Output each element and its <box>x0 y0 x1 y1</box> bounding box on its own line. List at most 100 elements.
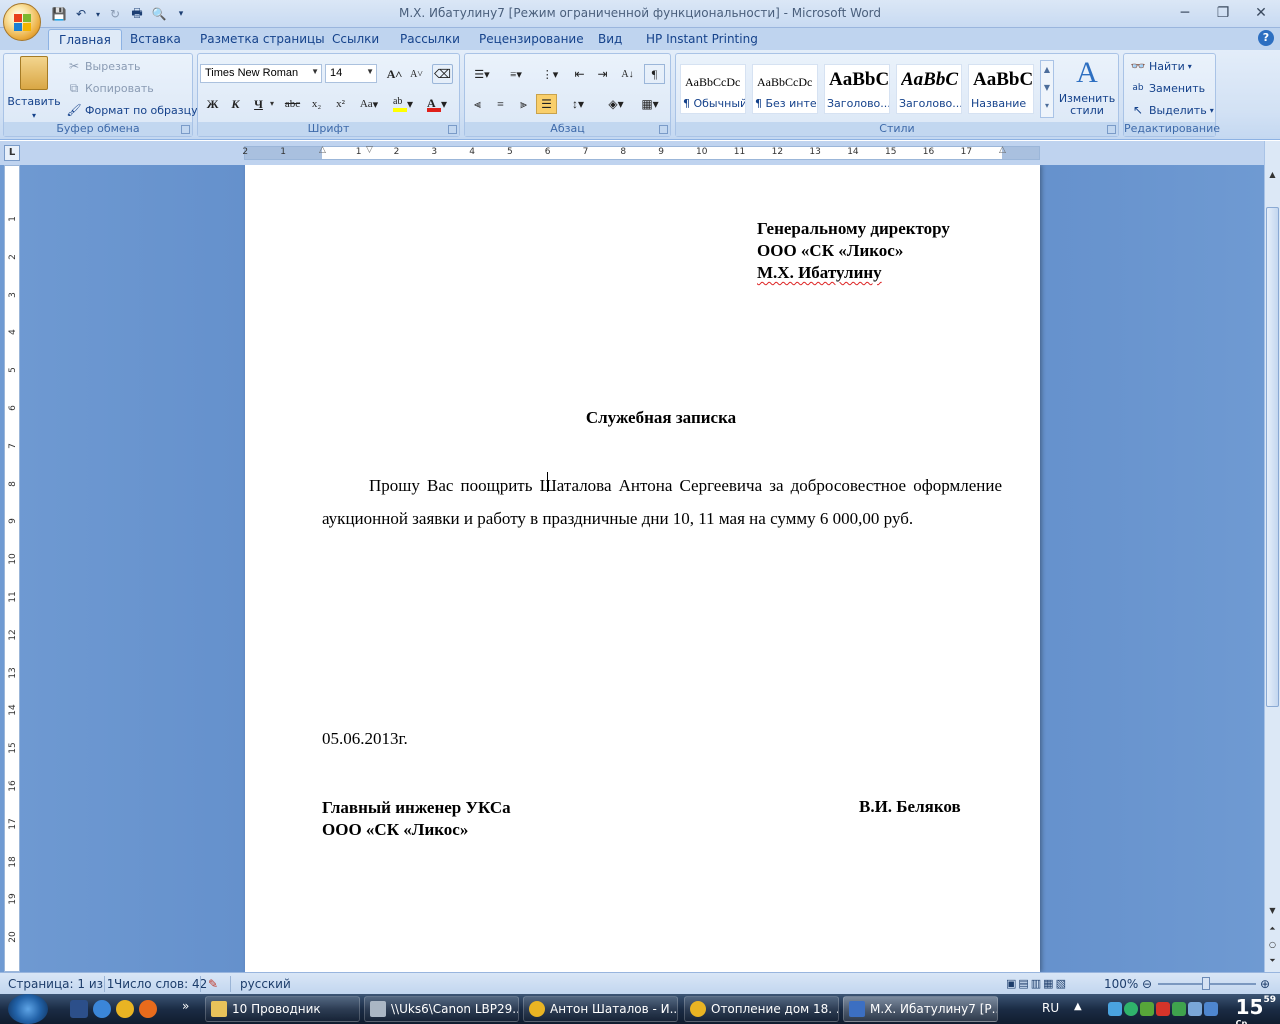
tab-hp-instant-printing[interactable]: HP Instant Printing <box>636 29 768 50</box>
view-buttons[interactable]: ▣▤▥▦▧ <box>1006 977 1068 990</box>
tab-references[interactable]: Ссылки <box>322 29 389 50</box>
page-count[interactable]: Страница: 1 из 1 <box>8 977 114 991</box>
clear-formatting-icon[interactable]: ⌫ <box>432 64 453 84</box>
line-spacing-icon[interactable]: ↕▾ <box>563 94 593 114</box>
zoom-out-icon[interactable]: ⊖ <box>1142 977 1152 991</box>
office-button[interactable] <box>3 3 41 41</box>
input-language[interactable]: RU <box>1042 1001 1059 1015</box>
chevron-down-icon[interactable]: ▾ <box>270 99 274 108</box>
align-right-icon[interactable]: ⫸ <box>513 94 534 114</box>
tray-expand-icon[interactable]: ▲ <box>1074 1001 1082 1012</box>
taskbar-item-word[interactable]: М.Х. Ибатулину7 [Р... <box>843 996 998 1022</box>
grow-font-button[interactable]: A ˄ <box>384 64 405 84</box>
align-left-icon[interactable]: ⫷ <box>467 94 488 114</box>
zoom-level[interactable]: 100% <box>1104 977 1138 991</box>
chrome-icon[interactable] <box>116 1000 134 1018</box>
scroll-down-icon[interactable]: ▼ <box>1265 903 1280 918</box>
shrink-font-button[interactable]: A ˅ <box>406 64 427 84</box>
superscript-button[interactable]: x² <box>330 94 351 114</box>
zoom-in-icon[interactable]: ⊕ <box>1260 977 1270 991</box>
justify-icon[interactable]: ☰ <box>536 94 557 114</box>
find-button[interactable]: 👓 Найти ▾ <box>1130 58 1192 74</box>
paragraph-dialog-launcher[interactable] <box>659 125 668 134</box>
firefox-icon[interactable] <box>139 1000 157 1018</box>
align-center-icon[interactable]: ≡ <box>490 94 511 114</box>
copy-button[interactable]: ⧉ Копировать <box>66 80 154 96</box>
bullets-icon[interactable]: ☰▾ <box>467 64 497 84</box>
scrollbar-thumb[interactable] <box>1266 207 1279 707</box>
left-indent-marker[interactable]: △ <box>319 145 326 155</box>
clock[interactable]: 1559 Ср <box>1236 995 1276 1024</box>
style-title[interactable]: AaBbC Название <box>968 64 1034 114</box>
increase-indent-icon[interactable]: ⇥ <box>592 64 613 84</box>
minimize-button[interactable]: ─ <box>1166 0 1204 26</box>
next-page-icon[interactable]: ⏷ <box>1265 953 1280 968</box>
style-heading-1[interactable]: AaBbC Заголово... <box>824 64 890 114</box>
tab-view[interactable]: Вид <box>588 29 632 50</box>
subscript-button[interactable]: x₂ <box>306 94 327 114</box>
internet-explorer-icon[interactable] <box>93 1000 111 1018</box>
tab-page-layout[interactable]: Разметка страницы <box>190 29 335 50</box>
cut-button[interactable]: ✂ Вырезать <box>66 58 141 74</box>
font-color-button[interactable]: A ▾ <box>424 94 450 114</box>
font-dialog-launcher[interactable] <box>448 125 457 134</box>
strikethrough-button[interactable]: abc <box>282 94 303 114</box>
antivirus-icon[interactable] <box>1156 1002 1170 1016</box>
tab-selector[interactable]: L <box>4 145 20 161</box>
change-styles-button[interactable]: A Изменить стили <box>1058 56 1116 117</box>
styles-gallery-scroll[interactable]: ▲ ▼ ▾ <box>1040 60 1054 118</box>
maximize-button[interactable]: ❐ <box>1204 0 1242 26</box>
multilevel-list-icon[interactable]: ⋮▾ <box>535 64 565 84</box>
more-quicklaunch-icon[interactable]: » <box>182 999 189 1013</box>
underline-button[interactable]: Ч <box>248 94 269 114</box>
language-indicator[interactable]: русский <box>240 977 291 991</box>
font-name-combobox[interactable]: Times New Roman ▼ <box>200 64 322 83</box>
show-formatting-icon[interactable]: ¶ <box>644 64 665 84</box>
borders-icon[interactable]: ▦▾ <box>635 94 665 114</box>
tray-check-icon[interactable] <box>1172 1002 1186 1016</box>
vertical-ruler[interactable]: 1 2 3 4 5 6 7 8 9 10 11 12 13 14 15 16 17 18 19 20 <box>4 165 20 972</box>
document-page[interactable]: Генеральному директору ООО «СК «Ликос» М… <box>245 165 1040 972</box>
numbering-icon[interactable]: ≡▾ <box>501 64 531 84</box>
tray-app-icon[interactable] <box>1140 1002 1154 1016</box>
taskbar-item-explorer[interactable]: 10 Проводник <box>205 996 360 1022</box>
right-indent-marker[interactable]: △ <box>999 145 1006 155</box>
styles-dialog-launcher[interactable] <box>1107 125 1116 134</box>
proofing-icon[interactable]: ✎ <box>208 977 218 991</box>
format-painter-button[interactable]: 🖌 Формат по образцу <box>66 102 197 118</box>
font-size-combobox[interactable]: 14 ▼ <box>325 64 377 83</box>
tab-home[interactable]: Главная <box>48 29 122 50</box>
decrease-indent-icon[interactable]: ⇤ <box>569 64 590 84</box>
taskbar-item-printer[interactable]: \\Uks6\Canon LBP29... <box>364 996 519 1022</box>
tab-review[interactable]: Рецензирование <box>469 29 594 50</box>
vertical-scrollbar[interactable]: ▲ ▼ ⏶ ○ ⏷ <box>1264 141 1280 972</box>
scroll-up-icon[interactable]: ▲ <box>1265 167 1280 182</box>
paste-button[interactable]: Вставить ▾ <box>7 56 61 120</box>
horizontal-ruler[interactable]: 2 1 1 2 3 4 5 6 7 8 9 10 11 12 13 14 15 16 17 △ ▽ △ <box>242 145 1040 160</box>
italic-button[interactable]: К <box>225 94 246 114</box>
start-button[interactable] <box>8 994 48 1024</box>
shading-icon[interactable]: ◈▾ <box>601 94 631 114</box>
style-normal[interactable]: AaBbCcDc ¶ Обычный <box>680 64 746 114</box>
zoom-slider-thumb[interactable] <box>1202 977 1210 990</box>
tab-mailings[interactable]: Рассылки <box>390 29 470 50</box>
help-icon[interactable]: ? <box>1258 30 1274 46</box>
show-desktop-icon[interactable] <box>70 1000 88 1018</box>
volume-icon[interactable] <box>1188 1002 1202 1016</box>
tab-insert[interactable]: Вставка <box>120 29 191 50</box>
close-button[interactable]: ✕ <box>1242 0 1280 26</box>
select-browse-object-icon[interactable]: ○ <box>1265 937 1280 952</box>
skype-icon[interactable] <box>1124 1002 1138 1016</box>
monitor-icon[interactable] <box>1204 1002 1218 1016</box>
replace-button[interactable]: ab Заменить <box>1130 80 1205 96</box>
change-case-button[interactable]: Aa ▾ <box>356 94 382 114</box>
sort-icon[interactable]: A↓ <box>617 64 638 84</box>
first-line-indent-marker[interactable]: ▽ <box>366 145 373 155</box>
taskbar-item-chrome-2[interactable]: Отопление дом 18. ... <box>684 996 839 1022</box>
clipboard-dialog-launcher[interactable] <box>181 125 190 134</box>
bold-button[interactable]: Ж <box>202 94 223 114</box>
highlight-button[interactable]: ab ▾ <box>390 94 416 114</box>
network-icon[interactable] <box>1108 1002 1122 1016</box>
word-count[interactable]: Число слов: 42 <box>114 977 207 991</box>
previous-page-icon[interactable]: ⏶ <box>1265 921 1280 936</box>
